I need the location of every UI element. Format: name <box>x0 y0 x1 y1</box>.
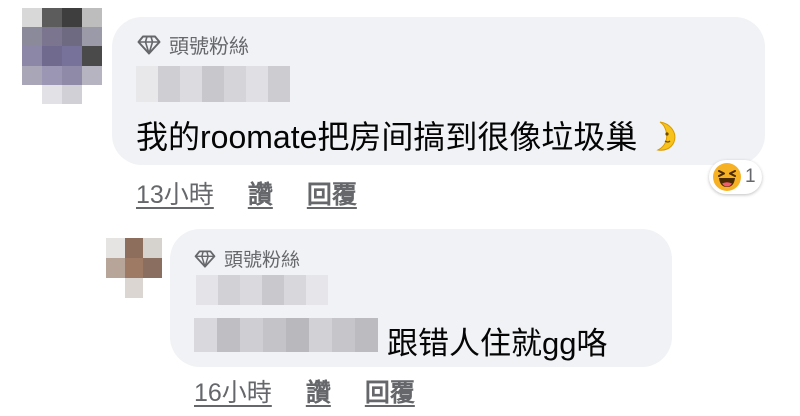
comment-text: 跟错人住就gg咯 <box>387 326 608 361</box>
reaction-summary[interactable]: 1 <box>709 160 762 194</box>
comment-actions: 16小時 讚 回覆 <box>194 373 415 409</box>
reaction-count: 1 <box>745 166 756 187</box>
diamond-icon <box>194 249 216 268</box>
timestamp-link[interactable]: 16小時 <box>194 373 272 409</box>
avatar[interactable] <box>22 8 102 104</box>
redacted-text-pixelated <box>194 318 378 352</box>
avatar[interactable] <box>106 238 162 298</box>
author-name-pixelated[interactable] <box>136 66 290 102</box>
like-button[interactable]: 讚 <box>306 373 331 409</box>
laughing-face-icon <box>713 163 741 191</box>
top-fan-badge[interactable]: 頭號粉絲 <box>194 245 300 272</box>
diamond-icon <box>137 35 161 54</box>
timestamp-link[interactable]: 13小時 <box>136 175 214 211</box>
comment-actions: 13小時 讚 回覆 <box>136 175 357 211</box>
top-fan-badge[interactable]: 頭號粉絲 <box>137 30 249 59</box>
like-button[interactable]: 讚 <box>248 175 273 211</box>
author-name-pixelated[interactable] <box>196 275 328 305</box>
moon-face-icon <box>656 121 676 151</box>
comment-text: 我的roomate把房间搞到很像垃圾巢 <box>136 112 680 158</box>
badge-label: 頭號粉絲 <box>224 250 301 271</box>
reply-button[interactable]: 回覆 <box>307 175 357 211</box>
badge-label: 頭號粉絲 <box>169 36 249 58</box>
reply-button[interactable]: 回覆 <box>365 373 415 409</box>
